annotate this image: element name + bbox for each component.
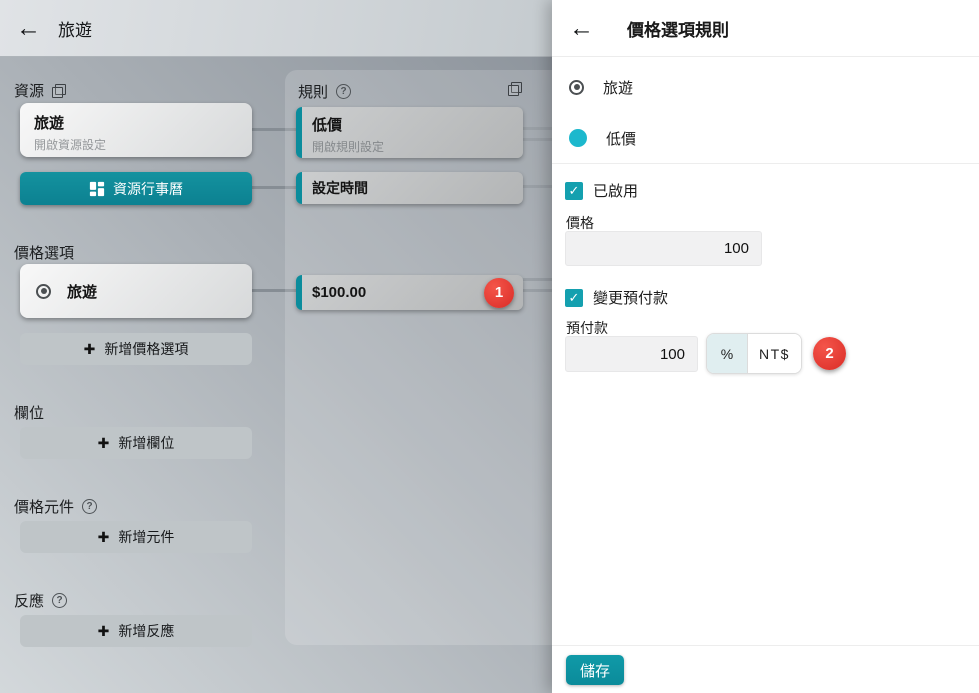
- target-icon: [569, 80, 584, 95]
- divider: [552, 645, 979, 646]
- rule-card-price[interactable]: $100.00 1: [296, 275, 523, 310]
- rules-section-label: 規則 ?: [298, 81, 351, 102]
- target-icon: [36, 284, 51, 299]
- rules-panel: 規則 ? 低價 開啟規則設定 設定時間 $100.00 1: [285, 70, 552, 645]
- rules-label-text: 規則: [298, 81, 328, 102]
- flow-canvas: ← 旅遊 資源 旅遊 開啟資源設定: [0, 0, 552, 693]
- resources-label-text: 資源: [14, 80, 44, 101]
- unit-currency-option[interactable]: NT$: [748, 334, 801, 373]
- rule-card-title: 低價: [312, 114, 513, 135]
- resource-node-card[interactable]: 旅遊 開啟資源設定: [20, 103, 252, 157]
- deposit-field-label: 預付款: [566, 318, 608, 338]
- save-button-label: 儲存: [580, 660, 610, 681]
- rule-card-subtitle: 開啟規則設定: [312, 138, 513, 155]
- price-components-section-label: 價格元件 ?: [14, 496, 97, 517]
- add-price-option-label: 新增價格選項: [104, 339, 188, 359]
- plus-icon: ✚: [84, 341, 96, 358]
- step-badge-2: 2: [813, 337, 846, 370]
- linked-price-option-row: 旅遊: [552, 72, 979, 102]
- app-header: ← 旅遊: [0, 0, 552, 57]
- page-title: 旅遊: [58, 16, 92, 41]
- rule-card-low-price[interactable]: 低價 開啟規則設定: [296, 107, 523, 158]
- save-button[interactable]: 儲存: [566, 655, 624, 685]
- checkbox-checked-icon[interactable]: ✓: [565, 182, 583, 200]
- fields-section-label: 欄位: [14, 402, 44, 423]
- resources-section-label: 資源: [14, 80, 66, 101]
- add-field-button[interactable]: ✚ 新增欄位: [20, 427, 252, 459]
- help-icon[interactable]: ?: [336, 84, 351, 99]
- divider: [552, 163, 979, 164]
- price-options-section-label: 價格選項: [14, 242, 74, 263]
- linked-price-option-label: 旅遊: [603, 77, 633, 98]
- price-option-node-card[interactable]: 旅遊: [20, 264, 252, 318]
- rule-card-set-time[interactable]: 設定時間: [296, 172, 523, 204]
- add-reaction-button[interactable]: ✚ 新增反應: [20, 615, 252, 647]
- add-component-button[interactable]: ✚ 新增元件: [20, 521, 252, 553]
- copy-icon[interactable]: [508, 82, 522, 96]
- rule-dot-icon: [569, 129, 587, 147]
- enabled-label: 已啟用: [593, 180, 638, 201]
- help-icon[interactable]: ?: [52, 593, 67, 608]
- deposit-input[interactable]: [565, 336, 698, 372]
- step-badge-1: 1: [484, 278, 514, 308]
- back-icon[interactable]: ←: [16, 16, 41, 41]
- resource-calendar-button[interactable]: 資源行事曆: [20, 172, 252, 205]
- price-option-card-title: 旅遊: [67, 281, 97, 302]
- add-field-label: 新增欄位: [118, 433, 174, 453]
- rule-card-title: 設定時間: [312, 178, 368, 198]
- plus-icon: ✚: [98, 529, 110, 546]
- reactions-label-text: 反應: [14, 590, 44, 611]
- deposit-unit-toggle: % NT$: [706, 333, 802, 374]
- back-icon[interactable]: ←: [569, 16, 594, 41]
- change-deposit-label: 變更預付款: [593, 287, 668, 308]
- resource-card-subtitle: 開啟資源設定: [34, 136, 238, 153]
- price-option-rule-drawer: ← 價格選項規則 旅遊 低價 ✓ 已啟用 價格 ✓ 變更預付款 預付款 % NT…: [552, 0, 979, 693]
- fields-label-text: 欄位: [14, 402, 44, 423]
- copy-icon[interactable]: [52, 84, 66, 98]
- unit-percent-option[interactable]: %: [707, 334, 748, 373]
- linked-rule-label: 低價: [606, 128, 636, 149]
- add-component-label: 新增元件: [118, 527, 174, 547]
- resource-card-title: 旅遊: [34, 112, 238, 133]
- help-icon[interactable]: ?: [82, 499, 97, 514]
- price-field-label: 價格: [566, 213, 594, 233]
- drawer-title: 價格選項規則: [627, 16, 729, 41]
- plus-icon: ✚: [98, 435, 110, 452]
- enabled-checkbox-row[interactable]: ✓ 已啟用: [565, 180, 638, 201]
- price-options-label-text: 價格選項: [14, 242, 74, 263]
- linked-rule-row: 低價: [552, 123, 979, 153]
- rule-card-title: $100.00: [312, 284, 366, 301]
- dashboard-grid-icon: [89, 181, 105, 197]
- add-price-option-button[interactable]: ✚ 新增價格選項: [20, 333, 252, 365]
- reactions-section-label: 反應 ?: [14, 590, 67, 611]
- plus-icon: ✚: [98, 623, 110, 640]
- change-deposit-checkbox-row[interactable]: ✓ 變更預付款: [565, 287, 668, 308]
- drawer-header: ← 價格選項規則: [552, 0, 979, 57]
- checkbox-checked-icon[interactable]: ✓: [565, 289, 583, 307]
- add-reaction-label: 新增反應: [118, 621, 174, 641]
- pricing-flow-editor: ← 旅遊 資源 旅遊 開啟資源設定: [0, 0, 979, 693]
- price-components-label-text: 價格元件: [14, 496, 74, 517]
- price-input[interactable]: [565, 231, 762, 266]
- resource-calendar-label: 資源行事曆: [113, 179, 183, 199]
